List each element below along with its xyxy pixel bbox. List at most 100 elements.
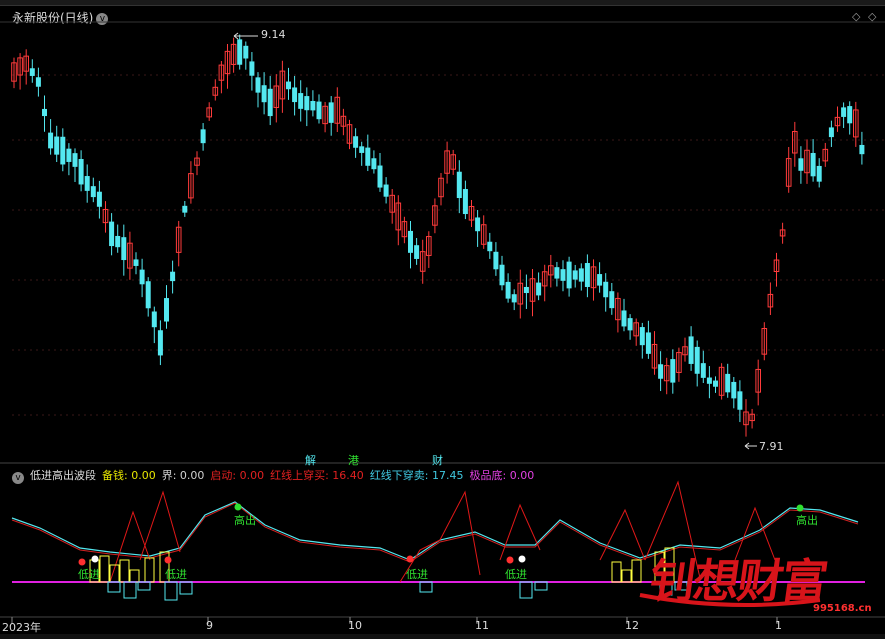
candle-body-13 — [90, 186, 96, 198]
candle-body-52 — [328, 102, 334, 123]
candle-body-108 — [670, 359, 676, 383]
candle-body-26 — [170, 271, 176, 282]
cyan-bar-6 — [519, 581, 533, 599]
candle-body-93 — [578, 268, 584, 282]
low-arrow — [744, 442, 757, 450]
yellow-bar-9 — [631, 559, 642, 583]
date-label-2023: 2023年 — [2, 621, 41, 634]
candle-body-91 — [566, 261, 572, 289]
candle-body-28 — [182, 205, 188, 213]
candle-body-76 — [475, 217, 481, 232]
candle-body-45 — [286, 81, 291, 90]
candle-body-47 — [298, 93, 304, 109]
cyan-bar-5 — [419, 581, 433, 593]
indicator-chevron-icon[interactable]: v — [12, 472, 24, 484]
signal-dot-2 — [164, 556, 172, 564]
candle-body-89 — [554, 267, 560, 279]
candle-body-9 — [66, 148, 72, 162]
watermark-url: 995168.cn — [813, 603, 872, 614]
signal-dot-4 — [506, 556, 514, 564]
yellow-bar-8 — [621, 569, 632, 583]
candle-body-65 — [408, 230, 413, 253]
candle-body-3 — [29, 68, 35, 76]
field-jie: 界: 0.00 — [161, 469, 205, 482]
candle-body-7 — [54, 136, 60, 155]
candle-body-137 — [847, 106, 853, 124]
yellow-bar-3 — [119, 559, 130, 583]
candle-body-101 — [627, 318, 633, 331]
watermark-logo: 钊想财富 — [645, 554, 830, 608]
yellow-bar-7 — [611, 561, 622, 583]
candle-body-56 — [353, 136, 359, 148]
signal-dot-3 — [406, 555, 414, 563]
bottom-status-bar — [0, 634, 885, 639]
yellow-bar-1 — [99, 555, 110, 583]
candle-body-58 — [365, 147, 371, 166]
candle-body-78 — [487, 241, 493, 252]
signal-low-in-1: 低进 — [78, 568, 100, 581]
candle-body-103 — [639, 327, 645, 346]
candle-body-82 — [511, 294, 517, 303]
field-red-up: 红线上穿买: 16.40 — [270, 469, 364, 482]
indicator-header: v 低进高出波段 备钱: 0.00 界: 0.00 启动: 0.00 红线上穿买: 16.… — [12, 467, 540, 484]
candle-body-74 — [462, 189, 468, 215]
candle-body-73 — [456, 171, 462, 199]
cyan-bar-7 — [534, 581, 548, 591]
candle-body-6 — [48, 132, 54, 149]
candle-body-96 — [597, 274, 603, 286]
candle-body-94 — [584, 263, 590, 287]
candle-body-80 — [499, 264, 505, 286]
candle-body-49 — [310, 100, 316, 111]
marker-gang: 港 — [348, 454, 359, 467]
signal-dot-1 — [91, 555, 99, 563]
signal-dot-0 — [78, 558, 86, 566]
candle-body-48 — [304, 96, 310, 111]
signal-low-in-4: 低进 — [505, 568, 527, 581]
signal-dot-7 — [796, 504, 804, 512]
candle-body-16 — [109, 221, 115, 247]
candle-body-39 — [249, 61, 255, 76]
candle-body-90 — [560, 269, 566, 281]
candle-body-10 — [72, 153, 78, 167]
candle-body-131 — [810, 152, 816, 177]
candlestick-chart — [0, 21, 885, 624]
candle-body-41 — [261, 85, 267, 103]
candle-body-66 — [414, 245, 420, 259]
candle-body-112 — [694, 346, 700, 374]
signal-low-in-2: 低进 — [165, 568, 187, 581]
candle-body-79 — [493, 251, 499, 270]
spike-5 — [599, 508, 646, 561]
candle-body-60 — [377, 165, 383, 188]
date-label-12: 12 — [625, 619, 639, 632]
candle-body-86 — [536, 282, 542, 296]
candle-body-81 — [505, 281, 511, 299]
candle-body-42 — [267, 88, 273, 117]
indicator-name: 低进高出波段 — [30, 469, 96, 482]
candle-body-61 — [383, 184, 389, 197]
cyan-bar-0 — [107, 581, 121, 593]
candle-body-23 — [151, 311, 157, 328]
candle-body-136 — [841, 107, 847, 117]
candle-body-46 — [292, 87, 298, 103]
candle-body-104 — [645, 332, 651, 354]
candle-body-84 — [523, 286, 529, 294]
candle-body-17 — [115, 235, 121, 248]
candle-body-115 — [713, 380, 718, 387]
candle-body-31 — [200, 129, 206, 144]
candle-body-40 — [255, 77, 261, 93]
candle-body-22 — [145, 281, 151, 309]
peak-price-label: 9.14 — [261, 28, 286, 41]
cyan-bar-1 — [123, 581, 137, 599]
peak-arrow — [233, 32, 258, 40]
candle-body-20 — [133, 259, 139, 266]
signal-high-out-2: 高出 — [796, 514, 818, 527]
candle-body-50 — [316, 101, 322, 120]
date-label-9: 9 — [206, 619, 213, 632]
marker-jie: 解 — [305, 454, 316, 467]
candle-body-117 — [725, 373, 731, 393]
candle-body-100 — [621, 310, 627, 327]
spike-3 — [439, 490, 481, 576]
candle-body-59 — [371, 158, 377, 170]
candle-body-132 — [816, 165, 822, 182]
candle-body-5 — [42, 108, 47, 117]
